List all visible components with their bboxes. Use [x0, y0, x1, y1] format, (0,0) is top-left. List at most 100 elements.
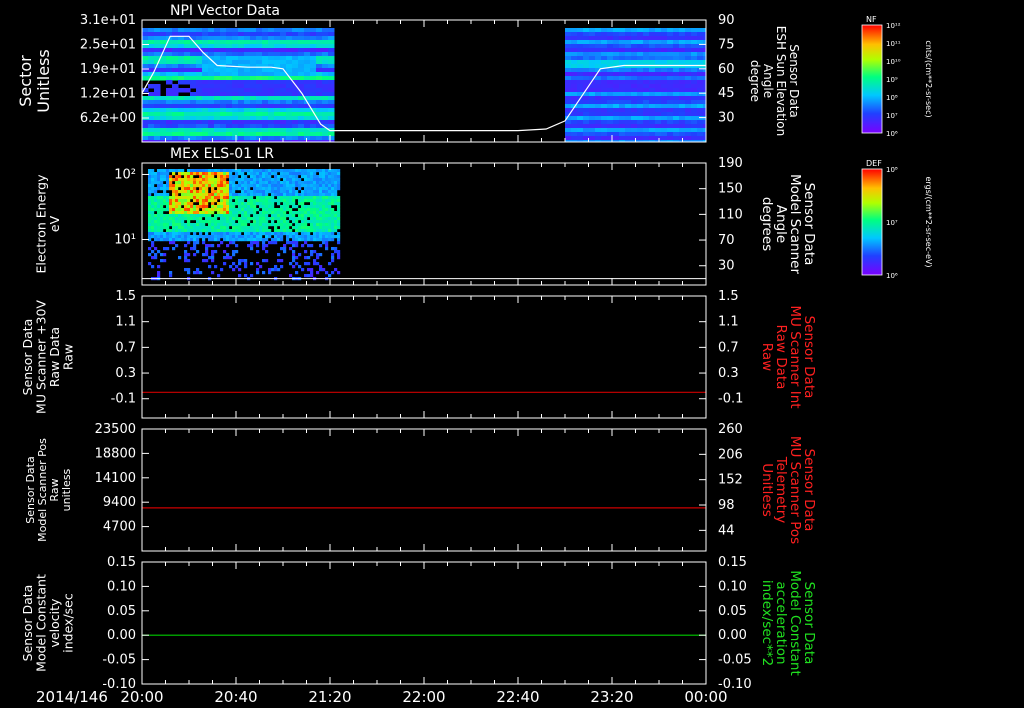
colorbar-tick-label: 10⁷	[886, 219, 898, 227]
heatmap-cell	[169, 184, 173, 188]
heatmap-cell	[292, 32, 299, 37]
heatmap-cell	[226, 72, 233, 77]
heatmap-cell	[226, 226, 230, 230]
heatmap-cell	[316, 235, 320, 239]
heatmap-cell	[214, 92, 221, 97]
heatmap-cell	[268, 120, 275, 125]
heatmap-cell	[565, 36, 572, 41]
heatmap-cell	[310, 68, 317, 73]
heatmap-cell	[256, 124, 263, 129]
heatmap-cell	[193, 187, 197, 191]
heatmap-cell	[691, 40, 698, 45]
heatmap-cell	[322, 223, 326, 227]
heatmap-cell	[166, 247, 170, 251]
heatmap-cell	[589, 32, 596, 37]
heatmap-cell	[244, 124, 251, 129]
heatmap-cell	[292, 128, 299, 133]
heatmap-cell	[649, 68, 656, 73]
heatmap-cell	[319, 184, 323, 188]
heatmap-cell	[199, 193, 203, 197]
heatmap-cell	[319, 199, 323, 203]
heatmap-cell	[250, 104, 257, 109]
heatmap-cell	[178, 68, 185, 73]
heatmap-cell	[247, 217, 251, 221]
y-tick-label: 18800	[95, 446, 136, 461]
heatmap-cell	[193, 199, 197, 203]
heatmap-cell	[223, 238, 227, 242]
heatmap-cell	[193, 253, 197, 257]
heatmap-cell	[232, 250, 236, 254]
heatmap-cell	[184, 72, 191, 77]
heatmap-cell	[196, 190, 200, 194]
heatmap-cell	[187, 223, 191, 227]
heatmap-cell	[172, 223, 176, 227]
heatmap-cell	[571, 48, 578, 53]
heatmap-cell	[325, 214, 329, 218]
heatmap-cell	[196, 271, 200, 275]
heatmap-cell	[331, 247, 335, 251]
heatmap-cell	[232, 241, 236, 245]
heatmap-cell	[232, 92, 239, 97]
heatmap-cell	[649, 80, 656, 85]
heatmap-cell	[292, 181, 296, 185]
heatmap-cell	[337, 184, 341, 188]
heatmap-cell	[274, 84, 281, 89]
heatmap-cell	[679, 40, 686, 45]
heatmap-cell	[325, 247, 329, 251]
heatmap-cell	[271, 190, 275, 194]
heatmap-cell	[229, 190, 233, 194]
heatmap-cell	[265, 259, 269, 263]
heatmap-cell	[313, 226, 317, 230]
heatmap-cell	[583, 96, 590, 101]
heatmap-cell	[172, 235, 176, 239]
heatmap-cell	[595, 132, 602, 137]
heatmap-cell	[304, 205, 308, 209]
heatmap-cell	[565, 56, 572, 61]
heatmap-cell	[637, 80, 644, 85]
heatmap-cell	[250, 36, 257, 41]
heatmap-cell	[295, 211, 299, 215]
heatmap-cell	[181, 217, 185, 221]
colorbar-tick-label: 10⁷	[886, 112, 898, 120]
heatmap-cell	[334, 247, 338, 251]
heatmap-cell	[220, 40, 227, 45]
heatmap-cell	[286, 232, 290, 236]
heatmap-cell	[142, 72, 149, 77]
heatmap-cell	[184, 116, 191, 121]
heatmap-cell	[601, 88, 608, 93]
heatmap-cell	[316, 60, 323, 65]
heatmap-cell	[661, 132, 668, 137]
heatmap-cell	[655, 84, 662, 89]
heatmap-cell	[232, 52, 239, 57]
heatmap-cell	[667, 120, 674, 125]
heatmap-cell	[286, 36, 293, 41]
heatmap-cell	[661, 68, 668, 73]
heatmap-cell	[304, 88, 311, 93]
heatmap-cell	[148, 52, 155, 57]
heatmap-cell	[661, 100, 668, 105]
heatmap-cell	[214, 250, 218, 254]
heatmap-cell	[319, 226, 323, 230]
heatmap-cell	[223, 256, 227, 260]
heatmap-cell	[223, 172, 227, 176]
heatmap-cell	[649, 100, 656, 105]
heatmap-cell	[565, 100, 572, 105]
heatmap-cell	[685, 96, 692, 101]
heatmap-cell	[601, 96, 608, 101]
heatmap-cell	[691, 128, 698, 133]
heatmap-cell	[607, 116, 614, 121]
heatmap-cell	[322, 40, 329, 45]
heatmap-cell	[316, 28, 323, 33]
heatmap-cell	[685, 68, 692, 73]
heatmap-cell	[316, 96, 323, 101]
y-tick-label: 1.9e+01	[80, 62, 136, 77]
heatmap-cell	[328, 96, 335, 101]
heatmap-cell	[211, 271, 215, 275]
heatmap-cell	[328, 229, 332, 233]
heatmap-cell	[697, 56, 704, 61]
heatmap-cell	[142, 112, 149, 117]
heatmap-cell	[151, 241, 155, 245]
heatmap-cell	[208, 244, 212, 248]
heatmap-cell	[334, 229, 338, 233]
heatmap-cell	[148, 217, 152, 221]
